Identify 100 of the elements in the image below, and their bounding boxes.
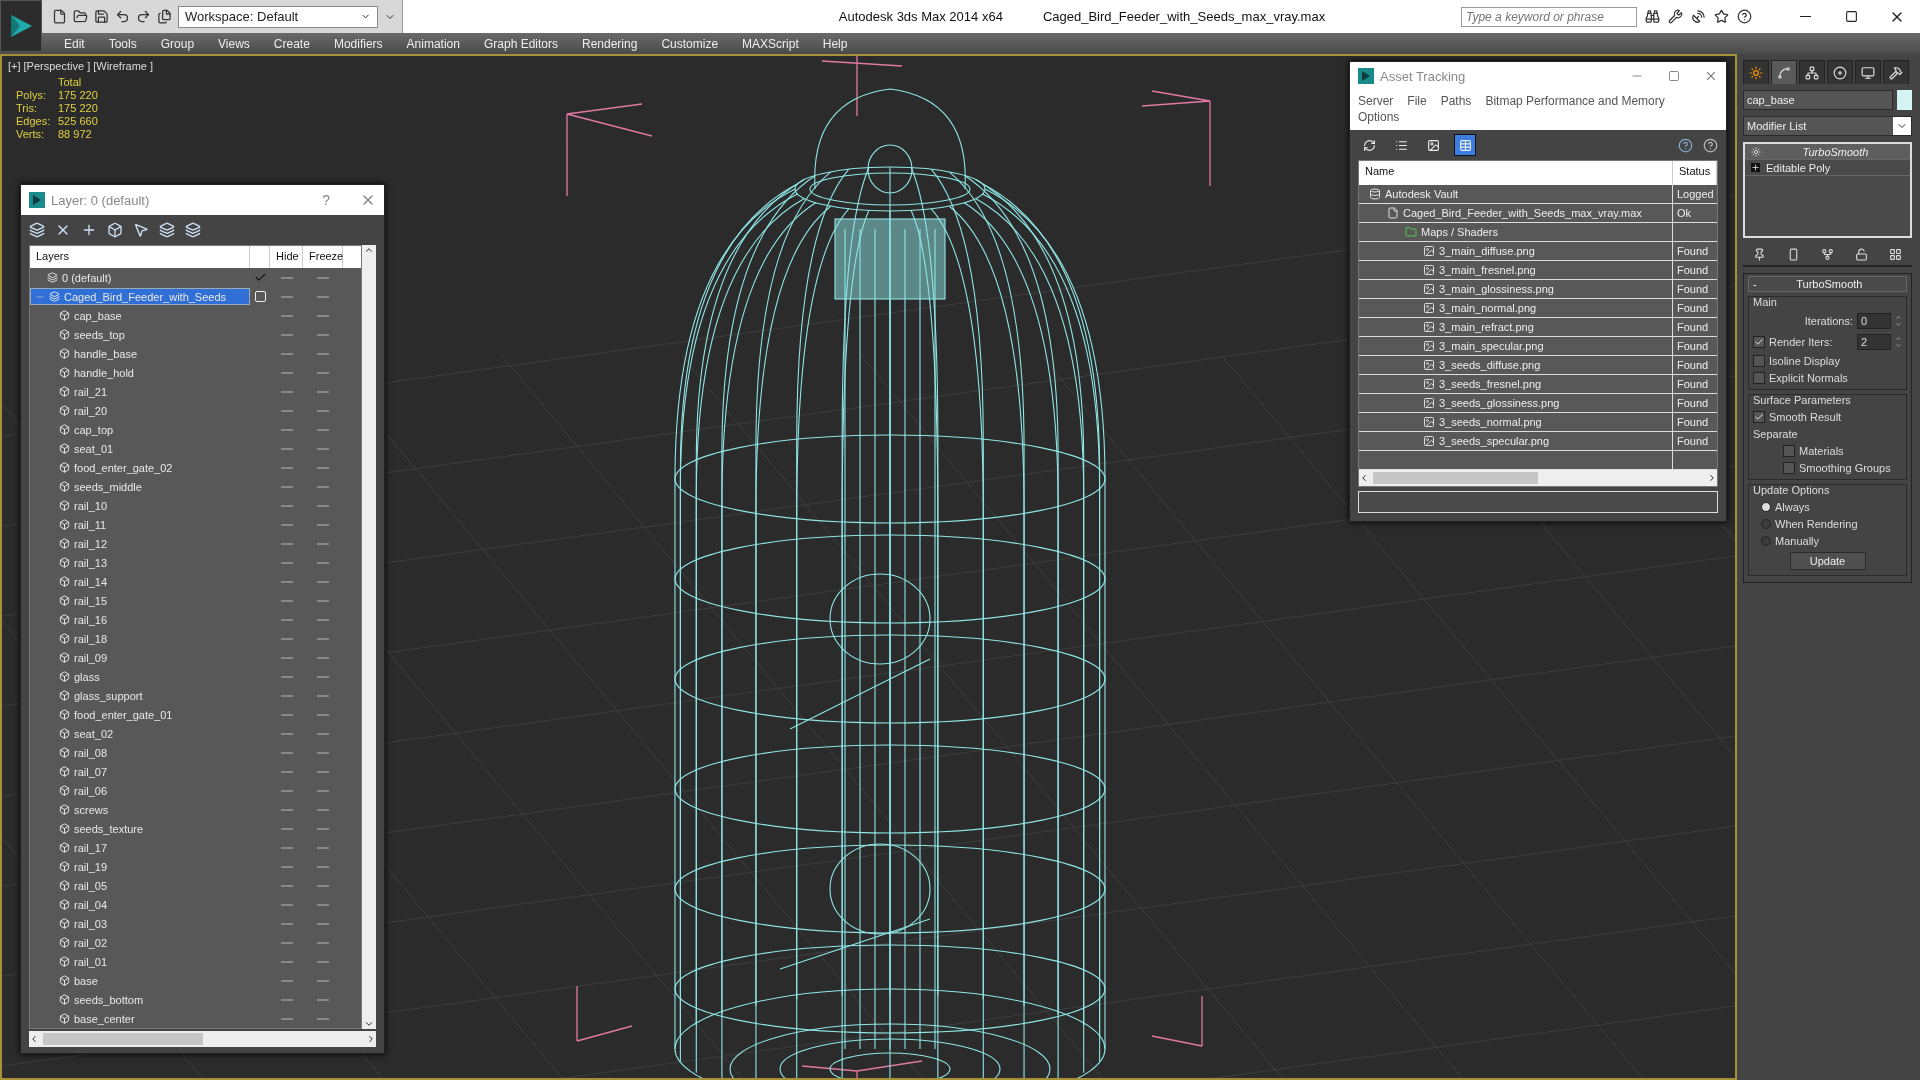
checkbox[interactable] (1753, 336, 1765, 348)
toolbar-icon[interactable] (1668, 9, 1683, 24)
object-item[interactable]: rail_18 (30, 630, 250, 647)
object-item[interactable]: rail_02 (30, 934, 250, 951)
hide-toggle[interactable] (280, 656, 293, 659)
object-item[interactable]: base_center (30, 1010, 250, 1027)
menu-item[interactable]: Create (261, 33, 322, 54)
panel-tab[interactable] (1883, 60, 1909, 84)
hide-toggle[interactable] (280, 333, 293, 336)
asset-item[interactable]: 3_main_specular.png (1359, 337, 1673, 355)
object-item[interactable]: rail_12 (30, 535, 250, 552)
freeze-toggle[interactable] (317, 846, 329, 849)
panel-tab[interactable] (1771, 60, 1797, 84)
object-item[interactable]: base (30, 972, 250, 989)
hide-toggle[interactable] (280, 903, 293, 906)
menu-item[interactable]: Views (206, 33, 262, 54)
hide-toggle[interactable] (280, 713, 293, 716)
hide-toggle[interactable] (280, 466, 293, 469)
toolbar-icon[interactable] (1737, 9, 1752, 24)
object-item[interactable]: seeds_bottom (30, 991, 250, 1008)
freeze-toggle[interactable] (317, 979, 329, 982)
hide-toggle[interactable] (280, 827, 293, 830)
object-item[interactable]: rail_14 (30, 573, 250, 590)
object-item[interactable]: seeds_middle (30, 478, 250, 495)
radio-button[interactable] (1761, 502, 1771, 512)
object-item[interactable]: cap_base (30, 307, 250, 324)
toolbar-icon[interactable] (1691, 9, 1706, 24)
path-field[interactable] (1358, 491, 1718, 513)
asset-item[interactable]: 3_seeds_normal.png (1359, 413, 1673, 431)
menu-item[interactable]: MAXScript (730, 33, 811, 54)
menu-item[interactable]: Group (148, 33, 207, 54)
hide-toggle[interactable] (280, 618, 293, 621)
workspace-dropdown[interactable]: Workspace: Default (178, 5, 378, 28)
freeze-toggle[interactable] (317, 732, 329, 735)
toolbar-icon[interactable] (115, 9, 130, 24)
menu-item[interactable]: Options (1358, 110, 1400, 124)
rollout-header[interactable]: - TurboSmooth (1748, 276, 1907, 292)
spinner-up-icon[interactable] (1895, 314, 1902, 321)
viewport-label[interactable]: [+] (8, 60, 21, 72)
menu-item[interactable]: Rendering (570, 33, 650, 54)
hide-toggle[interactable] (280, 1017, 293, 1020)
hide-toggle[interactable] (280, 865, 293, 868)
help-icon[interactable] (1678, 137, 1693, 153)
object-item[interactable]: food_enter_gate_02 (30, 459, 250, 476)
object-item[interactable]: rail_10 (30, 497, 250, 514)
panel-tab[interactable] (1827, 60, 1853, 84)
freeze-toggle[interactable] (317, 827, 329, 830)
freeze-toggle[interactable] (317, 371, 329, 374)
asset-item[interactable]: 3_main_fresnel.png (1359, 261, 1673, 279)
stack-tool-icon[interactable] (1888, 248, 1902, 261)
object-item[interactable]: rail_11 (30, 516, 250, 533)
object-item[interactable]: seeds_top (30, 326, 250, 343)
radio-button[interactable] (1761, 536, 1771, 546)
hide-toggle[interactable] (280, 808, 293, 811)
render-iters-spinner[interactable]: 2 (1857, 334, 1891, 350)
asset-item[interactable]: 3_main_refract.png (1359, 318, 1673, 336)
freeze-toggle[interactable] (317, 333, 329, 336)
hide-toggle[interactable] (280, 884, 293, 887)
stack-tool-icon[interactable] (1753, 248, 1767, 261)
radio-button[interactable] (1761, 519, 1771, 529)
scroll-left-icon[interactable] (1359, 473, 1369, 483)
toolbar-icon[interactable] (94, 9, 109, 24)
asset-item[interactable]: Autodesk Vault (1359, 185, 1673, 203)
freeze-toggle[interactable] (317, 390, 329, 393)
menu-item[interactable]: Animation (394, 33, 472, 54)
hide-toggle[interactable] (280, 561, 293, 564)
hide-toggle[interactable] (280, 485, 293, 488)
help-button[interactable]: ? (322, 192, 330, 208)
asset-item[interactable]: 3_seeds_diffuse.png (1359, 356, 1673, 374)
hide-toggle[interactable] (280, 998, 293, 1001)
asset-item[interactable]: 3_main_glossiness.png (1359, 280, 1673, 298)
hide-toggle[interactable] (280, 447, 293, 450)
stack-tool-icon[interactable] (1821, 248, 1834, 261)
help-icon[interactable] (1703, 137, 1718, 153)
menu-item[interactable]: Bitmap Performance and Memory (1485, 94, 1665, 108)
object-item[interactable]: rail_05 (30, 877, 250, 894)
freeze-toggle[interactable] (317, 561, 329, 564)
asset-item[interactable]: Maps / Shaders (1359, 223, 1673, 241)
hide-toggle[interactable] (280, 789, 293, 792)
scroll-down-icon[interactable] (364, 1019, 374, 1029)
object-color-swatch[interactable] (1897, 90, 1912, 110)
hide-toggle[interactable] (280, 675, 293, 678)
hide-toggle[interactable] (280, 390, 293, 393)
modifier-item[interactable]: TurboSmooth (1745, 144, 1910, 160)
freeze-toggle[interactable] (317, 504, 329, 507)
spinner-up-icon[interactable] (1895, 335, 1902, 342)
object-item[interactable]: rail_07 (30, 763, 250, 780)
freeze-toggle[interactable] (317, 903, 329, 906)
object-item[interactable]: screws (30, 801, 250, 818)
checkbox[interactable] (1753, 411, 1765, 423)
spinner-down-icon[interactable] (1895, 321, 1902, 328)
spinner-down-icon[interactable] (1895, 342, 1902, 349)
freeze-toggle[interactable] (317, 637, 329, 640)
toolbar-icon[interactable] (159, 222, 175, 238)
hide-toggle[interactable] (280, 637, 293, 640)
panel-tab[interactable] (1743, 60, 1769, 84)
freeze-toggle[interactable] (317, 1017, 329, 1020)
freeze-toggle[interactable] (317, 960, 329, 963)
scroll-left-icon[interactable] (29, 1034, 39, 1044)
viewport-label[interactable]: [Wireframe ] (93, 60, 154, 72)
